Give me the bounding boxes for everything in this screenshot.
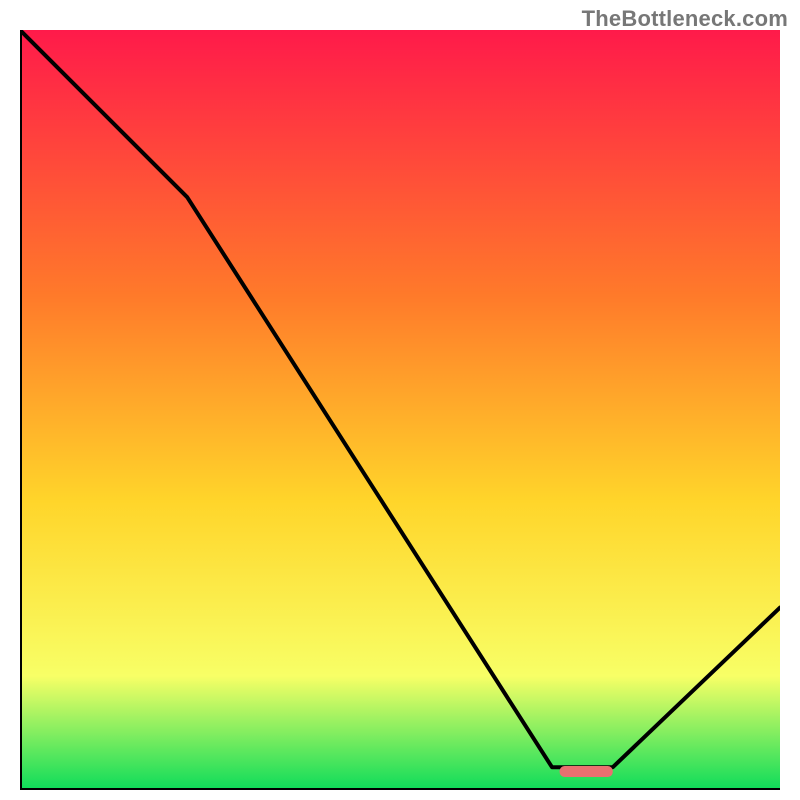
chart-container: TheBottleneck.com xyxy=(0,0,800,800)
optimum-marker xyxy=(560,766,613,777)
watermark-text: TheBottleneck.com xyxy=(582,6,788,32)
plot-area xyxy=(20,30,780,790)
chart-svg xyxy=(20,30,780,790)
